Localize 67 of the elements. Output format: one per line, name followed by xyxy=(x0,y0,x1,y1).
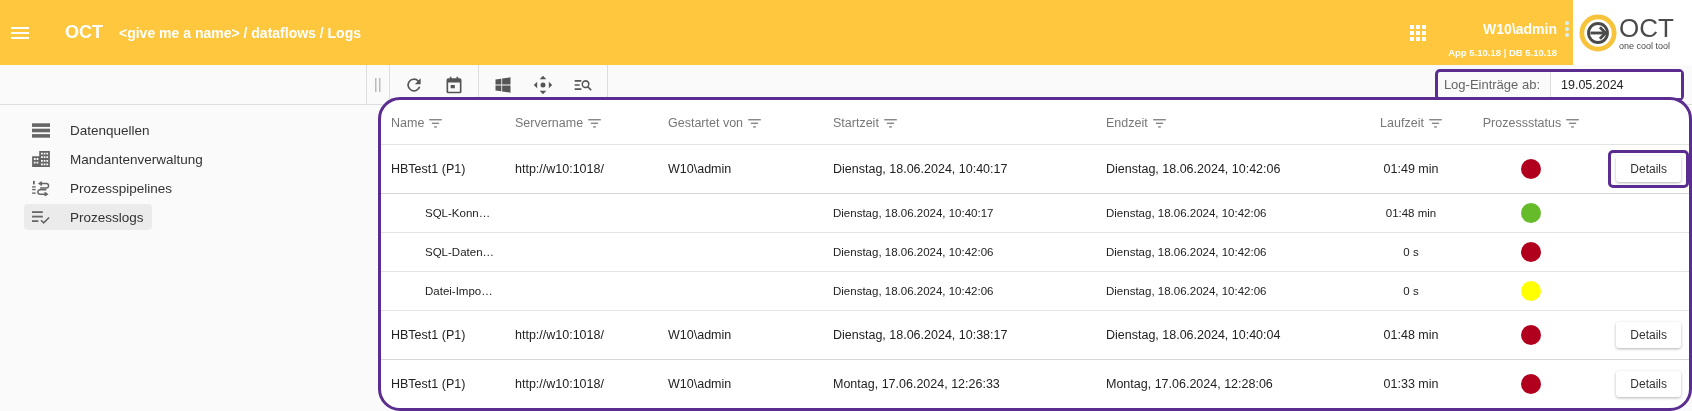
start-time: Dienstag, 18.06.2024, 10:40:17 xyxy=(833,207,994,219)
logo-text: OCT xyxy=(1619,14,1674,41)
end-time: Dienstag, 18.06.2024, 10:42:06 xyxy=(1106,162,1281,176)
windows-icon[interactable] xyxy=(493,74,513,95)
column-header[interactable]: Name xyxy=(391,116,425,130)
checklist-icon xyxy=(32,209,50,225)
resize-handle[interactable] xyxy=(375,77,381,92)
calendar-icon[interactable] xyxy=(444,74,464,95)
step-name: SQL-Konn… xyxy=(425,207,491,219)
logo-icon xyxy=(1579,13,1617,52)
duration: 01:48 min xyxy=(1383,328,1439,342)
column-header[interactable]: Servername xyxy=(515,116,584,130)
server-name: http://w10:1018/ xyxy=(515,377,604,391)
sidebar-item[interactable]: Mandantenverwaltung xyxy=(24,146,211,172)
column-header[interactable]: Prozessstatus xyxy=(1482,116,1562,130)
process-name: HBTest1 (P1) xyxy=(391,328,466,342)
details-button[interactable]: Details xyxy=(1616,371,1681,397)
server-name: http://w10:1018/ xyxy=(515,328,604,342)
buildings-icon xyxy=(32,151,50,167)
step-name: Datei-Impo… xyxy=(425,285,493,297)
start-time: Montag, 17.06.2024, 12:26:33 xyxy=(833,377,1000,391)
duration: 01:48 min xyxy=(1385,207,1437,219)
sidebar-item[interactable]: Prozesspipelines xyxy=(24,175,181,201)
filter-icon[interactable] xyxy=(429,118,443,128)
filter-icon[interactable] xyxy=(1428,118,1442,128)
filter-icon[interactable] xyxy=(1566,118,1580,128)
app-name: OCT xyxy=(65,22,103,43)
numbered-swap-icon xyxy=(32,180,50,196)
date-input[interactable]: 19.05.2024 xyxy=(1550,71,1681,98)
filter-icon[interactable] xyxy=(883,118,897,128)
started-by: W10\admin xyxy=(668,377,732,391)
end-time: Montag, 17.06.2024, 12:28:06 xyxy=(1106,377,1273,391)
filter-icon[interactable] xyxy=(588,118,602,128)
end-time: Dienstag, 18.06.2024, 10:42:06 xyxy=(1106,246,1267,258)
start-time: Dienstag, 18.06.2024, 10:40:17 xyxy=(833,162,1008,176)
column-header[interactable]: Endzeit xyxy=(1106,116,1148,130)
version-text: App 5.10.18 | DB 5.10.18 xyxy=(1448,47,1557,58)
duration: 0 s xyxy=(1403,246,1419,258)
details-button[interactable]: Details xyxy=(1616,322,1681,348)
details-button[interactable]: Details xyxy=(1616,156,1681,182)
filter-label: Log-Einträge ab: xyxy=(1442,77,1541,92)
end-time: Dienstag, 18.06.2024, 10:42:06 xyxy=(1106,207,1267,219)
start-time: Dienstag, 18.06.2024, 10:42:06 xyxy=(833,285,994,297)
step-name: SQL-Daten… xyxy=(425,246,495,258)
end-time: Dienstag, 18.06.2024, 10:40:04 xyxy=(1106,328,1281,342)
started-by: W10\admin xyxy=(668,328,732,342)
column-header[interactable]: Laufzeit xyxy=(1380,116,1424,130)
sidebar-item[interactable]: Datenquellen xyxy=(24,117,158,143)
duration: 01:33 min xyxy=(1383,377,1439,391)
list-icon xyxy=(32,122,50,138)
breadcrumb: <give me a name> / dataflows / Logs xyxy=(119,24,361,41)
duration: 01:49 min xyxy=(1383,162,1439,176)
server-name: http://w10:1018/ xyxy=(515,162,604,176)
process-name: HBTest1 (P1) xyxy=(391,162,466,176)
start-time: Dienstag, 18.06.2024, 10:42:06 xyxy=(833,246,994,258)
filter-icon[interactable] xyxy=(1152,118,1166,128)
column-header[interactable]: Startzeit xyxy=(833,116,879,130)
end-time: Dienstag, 18.06.2024, 10:42:06 xyxy=(1106,285,1267,297)
column-header[interactable]: Gestartet von xyxy=(668,116,744,130)
duration: 0 s xyxy=(1403,285,1419,297)
filter-icon[interactable] xyxy=(748,118,762,128)
process-name: HBTest1 (P1) xyxy=(391,377,466,391)
started-by: W10\admin xyxy=(668,162,732,176)
sidebar-item[interactable]: Prozesslogs xyxy=(24,204,152,230)
move-icon[interactable] xyxy=(533,74,553,95)
logo-tagline: one cool tool xyxy=(1619,40,1672,51)
start-time: Dienstag, 18.06.2024, 10:38:17 xyxy=(833,328,1008,342)
